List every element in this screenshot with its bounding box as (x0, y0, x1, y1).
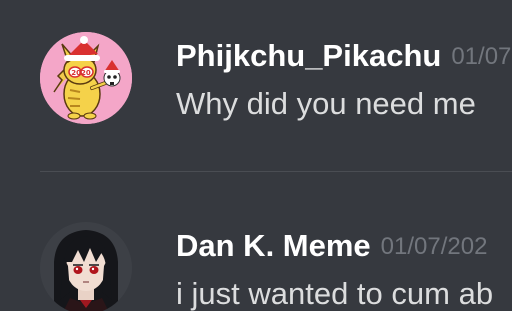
message-header: Dan K. Meme 01/07/202 (176, 228, 487, 264)
chat-messages-pane: 2020 Phijkchu_Pikachu 01/07 Why did you n… (0, 0, 512, 311)
message-header: Phijkchu_Pikachu 01/07 (176, 38, 511, 74)
timestamp[interactable]: 01/07/202 (381, 233, 488, 260)
timestamp[interactable]: 01/07 (451, 43, 511, 70)
message-item: Dan K. Meme 01/07/202 i just wanted to cu… (0, 218, 512, 311)
anime-girl-avatar-icon[interactable] (40, 222, 132, 311)
pikachu-santa-hat-avatar-icon[interactable]: 2020 (40, 32, 132, 124)
message-item: 2020 Phijkchu_Pikachu 01/07 Why did you n… (0, 26, 512, 136)
message-divider (40, 171, 512, 172)
message-content: Why did you need me (176, 86, 476, 121)
svg-text:2020: 2020 (71, 69, 91, 77)
message-content: i just wanted to cum ab (176, 276, 494, 311)
username[interactable]: Phijkchu_Pikachu (176, 38, 441, 73)
username[interactable]: Dan K. Meme (176, 228, 371, 263)
